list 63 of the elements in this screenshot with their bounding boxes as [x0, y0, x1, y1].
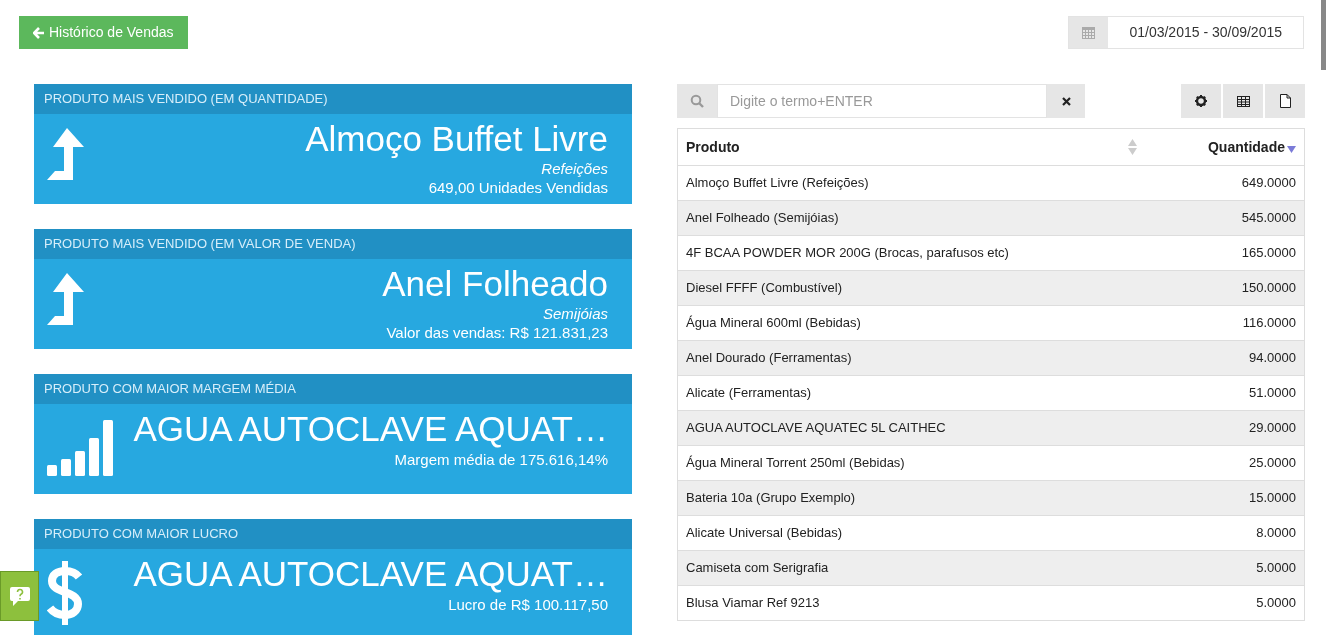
- table-cell: Camiseta com Serigrafia: [677, 550, 1145, 586]
- signal-bars-icon: [47, 420, 114, 476]
- column-header[interactable]: Produto: [677, 128, 1145, 166]
- table-cell: 116.0000: [1144, 305, 1305, 341]
- product-title: Anel Folheado: [382, 263, 608, 305]
- card-header: PRODUTO MAIS VENDIDO (EM VALOR DE VENDA): [44, 235, 356, 254]
- search-icon: [690, 94, 704, 108]
- card-header: PRODUTO COM MAIOR MARGEM MÉDIA: [44, 380, 296, 399]
- table-cell: 15.0000: [1144, 480, 1305, 516]
- table-cell: Diesel FFFF (Combustível): [677, 270, 1145, 306]
- product-title: AGUA AUTOCLAVE AQUAT…: [133, 553, 608, 595]
- clear-button[interactable]: [1047, 84, 1085, 118]
- turn-up-arrow-icon: [47, 128, 87, 180]
- table-cell: 150.0000: [1144, 270, 1305, 306]
- search-field[interactable]: Digite o termo+ENTER: [717, 84, 1047, 118]
- product-title: Almoço Buffet Livre: [305, 118, 608, 160]
- product-title: AGUA AUTOCLAVE AQUAT…: [133, 408, 608, 450]
- table-cell: 29.0000: [1144, 410, 1305, 446]
- table-cell: 649.0000: [1144, 165, 1305, 201]
- detail-text: Lucro de R$ 100.117,50: [448, 595, 608, 615]
- scrollbar-thumb[interactable]: [1321, 0, 1326, 70]
- table-cell: Água Mineral Torrent 250ml (Bebidas): [677, 445, 1145, 481]
- table-cell: AGUA AUTOCLAVE AQUATEC 5L CAITHEC: [677, 410, 1145, 446]
- dollar-icon: [47, 561, 83, 625]
- table-cell: Anel Dourado (Ferramentas): [677, 340, 1145, 376]
- table-cell: Anel Folheado (Semijóias): [677, 200, 1145, 236]
- table-cell: Água Mineral 600ml (Bebidas): [677, 305, 1145, 341]
- detail-text: Valor das vendas: R$ 121.831,23: [386, 323, 608, 343]
- calendar-icon: [1082, 26, 1096, 39]
- help-button[interactable]: [0, 571, 39, 621]
- table-cell: 25.0000: [1144, 445, 1305, 481]
- table-view-button[interactable]: [1223, 84, 1263, 118]
- arrow-left-icon: [33, 26, 45, 39]
- table-cell: Alicate (Ferramentas): [677, 375, 1145, 411]
- category-text: Semijóias: [542, 305, 608, 323]
- speech-bubble-icon: [8, 585, 31, 607]
- close-icon: [1061, 96, 1071, 106]
- table-cell: 5.0000: [1144, 550, 1305, 586]
- table-cell: 8.0000: [1144, 515, 1305, 551]
- table-cell: 4F BCAA POWDER MOR 200G (Brocas, parafusos etc): [677, 235, 1145, 271]
- date-range-text: 01/03/2015 - 30/09/2015: [1128, 23, 1283, 42]
- settings-button[interactable]: [1181, 84, 1221, 118]
- table-cell: Bateria 10a (Grupo Exemplo): [677, 480, 1145, 516]
- detail-text: Margem média de 175.616,14%: [394, 450, 608, 470]
- table-cell: 51.0000: [1144, 375, 1305, 411]
- column-header[interactable]: Quantidade: [1144, 128, 1305, 166]
- card-header: PRODUTO COM MAIOR LUCRO: [44, 525, 239, 544]
- table-cell: 545.0000: [1144, 200, 1305, 236]
- table-cell: 94.0000: [1144, 340, 1305, 376]
- document-icon: [1279, 94, 1291, 108]
- table-cell: 165.0000: [1144, 235, 1305, 271]
- date-range-field[interactable]: 01/03/2015 - 30/09/2015: [1068, 16, 1304, 49]
- export-button[interactable]: [1265, 84, 1305, 118]
- table-icon: [1236, 95, 1250, 107]
- table-cell: 5.0000: [1144, 585, 1305, 621]
- table-cell: Blusa Viamar Ref 9213: [677, 585, 1145, 621]
- card-header: PRODUTO MAIS VENDIDO (EM QUANTIDADE): [44, 90, 328, 109]
- gear-icon: [1195, 95, 1207, 107]
- category-text: Refeições: [541, 160, 608, 178]
- table-cell: Almoço Buffet Livre (Refeições): [677, 165, 1145, 201]
- detail-text: 649,00 Unidades Vendidas: [428, 178, 608, 198]
- turn-up-arrow-icon: [47, 273, 87, 325]
- table-cell: Alicate Universal (Bebidas): [677, 515, 1145, 551]
